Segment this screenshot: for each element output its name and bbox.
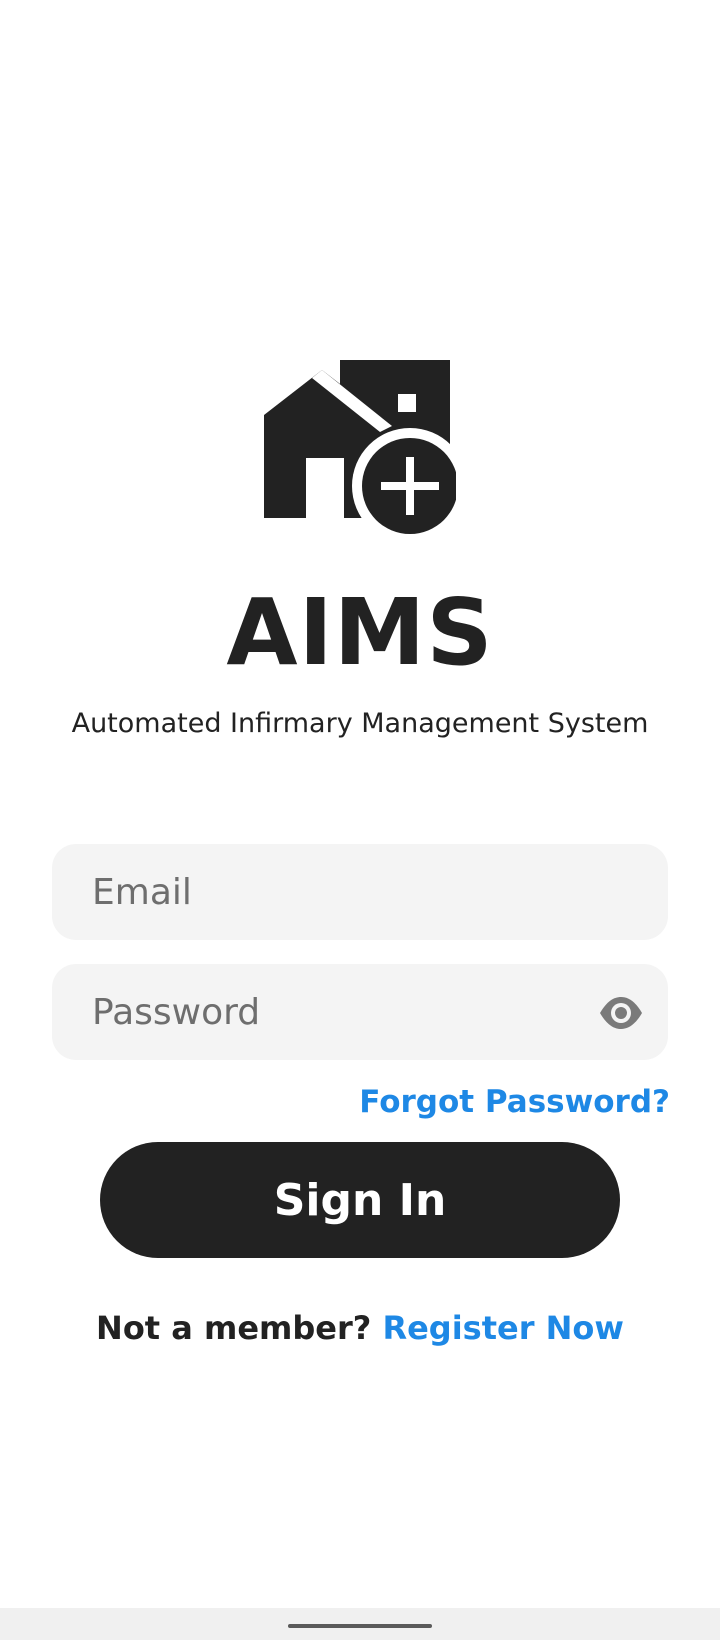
password-input[interactable] xyxy=(92,964,612,1060)
email-field[interactable] xyxy=(52,844,668,940)
sign-in-button[interactable]: Sign In xyxy=(100,1142,620,1258)
login-screen: AIMS Automated Infirmary Management Syst… xyxy=(0,0,720,1640)
system-navigation-bar xyxy=(0,1608,720,1640)
house-medical-icon xyxy=(264,360,456,534)
register-row: Not a member? Register Now xyxy=(0,1308,720,1348)
home-indicator[interactable] xyxy=(288,1624,432,1628)
eye-icon[interactable] xyxy=(598,990,644,1036)
password-field[interactable] xyxy=(52,964,668,1060)
email-input[interactable] xyxy=(92,844,612,940)
register-now-link[interactable]: Register Now xyxy=(382,1309,624,1347)
register-prompt: Not a member? xyxy=(96,1309,372,1347)
app-title: AIMS xyxy=(226,579,494,686)
forgot-password-link[interactable]: Forgot Password? xyxy=(359,1082,670,1122)
app-subtitle: Automated Infirmary Management System xyxy=(71,708,649,739)
